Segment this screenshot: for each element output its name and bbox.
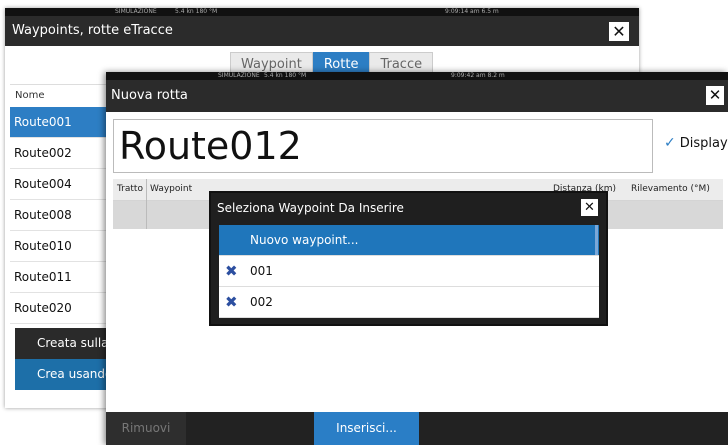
window-titlebar: Waypoints, rotte eTracce ✕ bbox=[5, 16, 639, 46]
close-icon: ✕ bbox=[708, 86, 722, 104]
checkmark-icon: ✓ bbox=[664, 135, 676, 151]
waypoint-icon: ✖ bbox=[225, 293, 238, 311]
column-header-leg: Tratto bbox=[117, 184, 143, 194]
window-title: Nuova rotta bbox=[111, 88, 188, 103]
select-waypoint-dialog: Seleziona Waypoint Da Inserire ✕ Nuovo w… bbox=[209, 191, 608, 326]
speed-readout: 5.4 kn 180 °M bbox=[175, 8, 218, 15]
column-divider bbox=[146, 179, 147, 229]
waypoint-icon: ✖ bbox=[225, 262, 238, 280]
list-item[interactable]: Route002 bbox=[10, 138, 110, 169]
scrollbar-thumb[interactable] bbox=[595, 225, 598, 255]
list-item[interactable]: ✖ 001 bbox=[219, 256, 599, 287]
close-button[interactable]: ✕ bbox=[706, 86, 724, 105]
status-bar: SIMULAZIONE 5.4 kn 180 °M 9:09:14 am 6.5… bbox=[5, 8, 639, 16]
list-item-label: 002 bbox=[250, 295, 273, 309]
close-button[interactable]: ✕ bbox=[581, 199, 598, 216]
remove-button[interactable]: Rimuovi bbox=[106, 412, 186, 445]
list-item[interactable]: ✖ 002 bbox=[219, 287, 599, 318]
speed-readout: 5.4 kn 180 °M bbox=[264, 72, 307, 79]
list-item[interactable]: Route011 bbox=[10, 262, 110, 293]
insert-button[interactable]: Inserisci... bbox=[314, 412, 419, 445]
list-item[interactable]: Route020 bbox=[10, 293, 110, 324]
list-item[interactable]: Route004 bbox=[10, 169, 110, 200]
time-readout: 9:09:14 am 6.5 m bbox=[445, 8, 499, 15]
window-titlebar: Nuova rotta ✕ bbox=[106, 80, 728, 112]
close-icon: ✕ bbox=[584, 200, 595, 215]
display-label: Display bbox=[679, 135, 728, 151]
column-header-waypoint: Waypoint bbox=[150, 184, 193, 194]
list-item-label: 001 bbox=[250, 264, 273, 278]
simulation-indicator: SIMULAZIONE bbox=[218, 72, 260, 79]
list-item-label: Nuovo waypoint... bbox=[250, 233, 359, 247]
dialog-title: Seleziona Waypoint Da Inserire bbox=[217, 201, 404, 215]
window-title: Waypoints, rotte eTracce bbox=[12, 23, 173, 38]
close-icon: ✕ bbox=[612, 22, 626, 41]
list-item-new-waypoint[interactable]: Nuovo waypoint... bbox=[219, 225, 599, 256]
list-item[interactable]: Route010 bbox=[10, 231, 110, 262]
column-header-bearing: Rilevamento (°M) bbox=[631, 184, 710, 194]
list-item[interactable]: Route008 bbox=[10, 200, 110, 231]
action-bar: Rimuovi Inserisci... bbox=[106, 412, 728, 445]
display-checkbox[interactable]: ✓ Display bbox=[664, 135, 728, 151]
column-header-name: Nome bbox=[15, 90, 45, 101]
time-readout: 9:09:42 am 8.2 m bbox=[451, 72, 505, 79]
route-name-field[interactable]: Route012 bbox=[113, 119, 653, 173]
simulation-indicator: SIMULAZIONE bbox=[115, 8, 157, 15]
status-bar: SIMULAZIONE 5.4 kn 180 °M 9:09:42 am 8.2… bbox=[106, 72, 728, 80]
waypoint-list: Nuovo waypoint... ✖ 001 ✖ 002 bbox=[219, 225, 599, 318]
close-button[interactable]: ✕ bbox=[609, 22, 629, 41]
route-list: Nome Route001 Route002 Route004 Route008… bbox=[10, 84, 110, 324]
dialog-titlebar: Seleziona Waypoint Da Inserire ✕ bbox=[211, 193, 606, 223]
list-item[interactable]: Route001 bbox=[10, 107, 110, 138]
